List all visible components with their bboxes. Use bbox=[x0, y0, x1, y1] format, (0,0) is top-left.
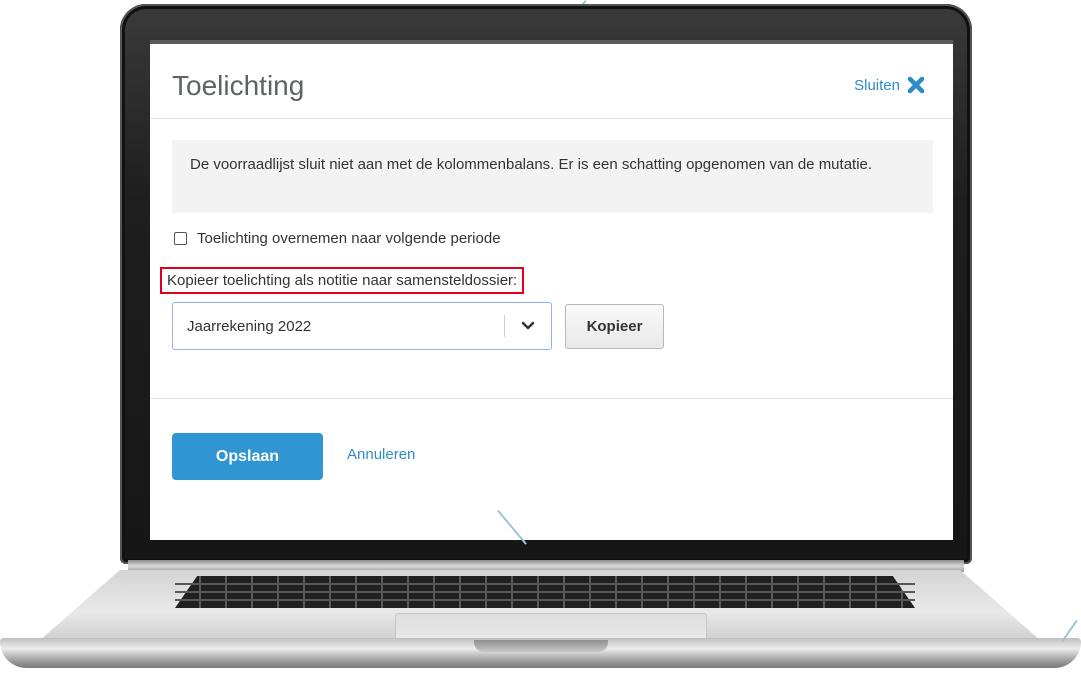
copy-button[interactable]: Kopieer bbox=[565, 304, 664, 349]
chevron-down-icon[interactable] bbox=[505, 321, 551, 331]
keyboard-row-line bbox=[175, 583, 915, 585]
footer-divider bbox=[150, 398, 953, 399]
laptop-screen: Toelichting Sluiten De voorraadlijst slu… bbox=[150, 40, 953, 540]
keyboard-row-line bbox=[175, 591, 915, 593]
keyboard-row-line bbox=[175, 599, 915, 601]
copy-to-dossier-label: Kopieer toelichting als notitie naar sam… bbox=[160, 267, 525, 294]
close-icon bbox=[907, 76, 925, 94]
close-button[interactable]: Sluiten bbox=[854, 76, 925, 94]
dossier-select[interactable]: Jaarrekening 2022 bbox=[172, 302, 552, 350]
save-button[interactable]: Opslaan bbox=[172, 433, 323, 480]
carry-over-option[interactable]: Toelichting overnemen naar volgende peri… bbox=[174, 230, 501, 247]
note-box: De voorraadlijst sluit niet aan met de k… bbox=[172, 140, 933, 213]
close-label: Sluiten bbox=[854, 76, 900, 94]
dossier-select-value: Jaarrekening 2022 bbox=[187, 317, 312, 335]
header-divider bbox=[150, 118, 953, 119]
cancel-link[interactable]: Annuleren bbox=[347, 446, 415, 463]
note-text: De voorraadlijst sluit niet aan met de k… bbox=[190, 156, 873, 173]
dialog-title: Toelichting bbox=[172, 70, 305, 101]
laptop-notch bbox=[474, 640, 608, 652]
carry-over-checkbox[interactable] bbox=[174, 232, 187, 245]
copy-to-dossier-text: Kopieer toelichting als notitie naar sam… bbox=[167, 272, 518, 289]
carry-over-label: Toelichting overnemen naar volgende peri… bbox=[197, 230, 501, 247]
